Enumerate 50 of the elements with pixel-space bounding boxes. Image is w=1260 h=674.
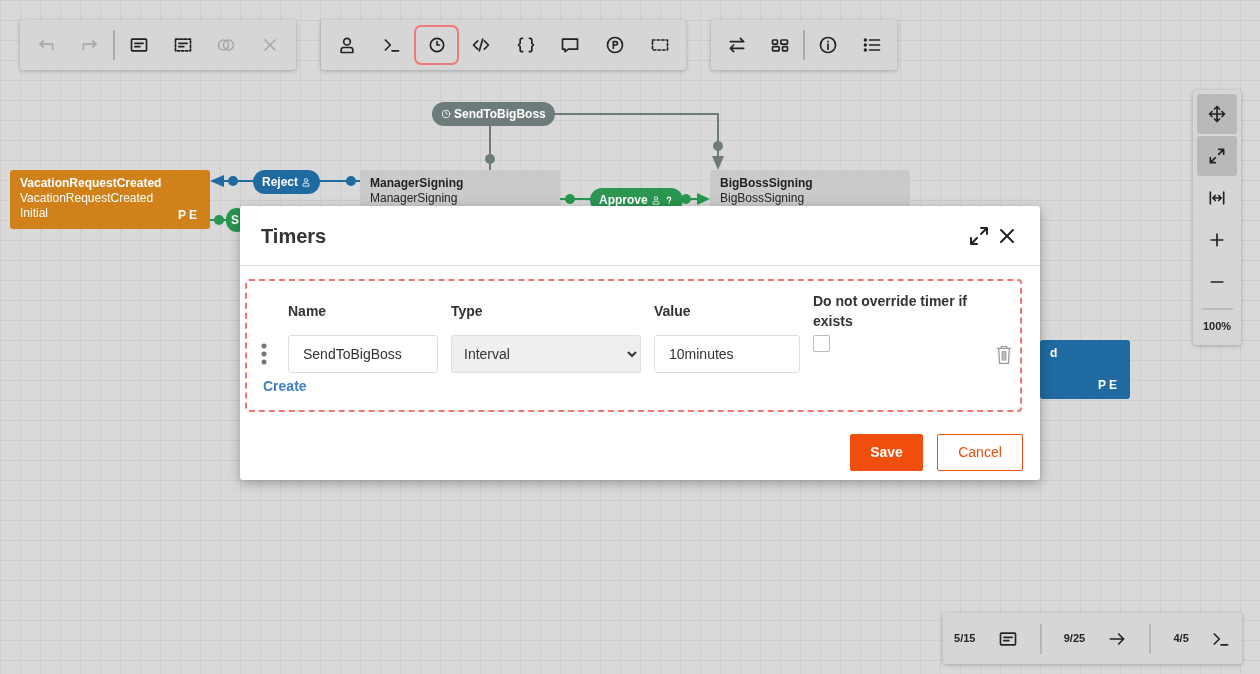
- speech-bubble-icon: [560, 35, 581, 55]
- note-icon: [129, 35, 150, 55]
- node-tag-label: PE: [178, 208, 200, 223]
- circled-p-icon: [605, 35, 626, 55]
- create-link[interactable]: Create: [263, 376, 307, 397]
- name-field[interactable]: SendToBigBoss: [288, 335, 438, 373]
- node-state: Initial: [20, 206, 48, 221]
- counter: 9/25: [1063, 631, 1086, 647]
- node-title: VacationRequestCreated: [20, 176, 163, 191]
- zoom-level: 100%: [1201, 308, 1233, 341]
- move-icon: [1207, 104, 1227, 124]
- clock-button[interactable]: [414, 25, 459, 65]
- counter: 4/5: [1173, 631, 1189, 647]
- expand-icon: [1207, 146, 1227, 166]
- override-checkbox[interactable]: [813, 335, 830, 352]
- clock-icon: [441, 109, 451, 119]
- list-icon: [861, 35, 882, 55]
- column-header: Do not override timer if exists: [813, 292, 969, 331]
- trash-icon[interactable]: [996, 343, 1012, 365]
- node-tag-label: PE: [1098, 378, 1120, 393]
- transition-name: SendToBigBoss: [454, 106, 546, 123]
- counter: 5/15: [954, 631, 976, 647]
- info-icon: [818, 35, 839, 55]
- node-subtitle: BigBossSigning: [720, 191, 806, 206]
- value-field[interactable]: 10minutes: [654, 335, 800, 373]
- transition-name: S: [231, 212, 239, 229]
- type-select[interactable]: Interval: [451, 335, 641, 373]
- code-icon: [471, 35, 492, 55]
- braces-icon: [515, 35, 536, 55]
- transition-label[interactable]: SendToBigBoss: [432, 102, 555, 126]
- person-icon: [650, 195, 661, 205]
- node-subtitle: VacationRequestCreated: [20, 191, 155, 206]
- expand-button[interactable]: [1197, 136, 1237, 176]
- move-button[interactable]: [1197, 94, 1237, 134]
- transition-name: Reject: [262, 174, 299, 191]
- column-header: Name: [288, 302, 328, 321]
- dashed-note-icon: [172, 35, 193, 55]
- cancel-button[interactable]: Cancel: [937, 434, 1023, 471]
- node-title: ManagerSigning: [370, 176, 465, 191]
- column-header: Type: [451, 302, 484, 321]
- fit-width-icon: [1207, 188, 1227, 208]
- node-title: d: [1050, 346, 1059, 361]
- transition-label[interactable]: Reject: [253, 170, 321, 194]
- save-button[interactable]: Save: [850, 434, 923, 471]
- node-title: BigBossSigning: [720, 176, 814, 191]
- person-icon: [301, 177, 312, 187]
- node-subtitle: ManagerSigning: [370, 191, 459, 206]
- transition-name: Approve: [599, 192, 648, 209]
- column-header: Value: [654, 302, 692, 321]
- dialog-title: Timers: [261, 223, 328, 248]
